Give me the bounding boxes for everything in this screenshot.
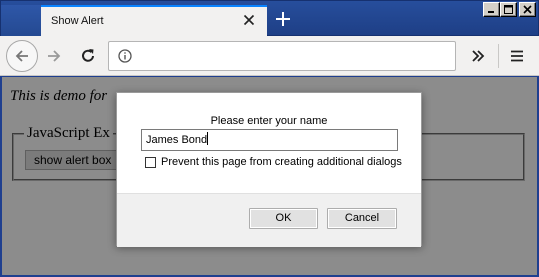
tab-strip-start [1, 5, 41, 37]
tab-show-alert[interactable]: Show Alert [41, 5, 267, 37]
new-tab-plus-icon[interactable] [273, 9, 293, 29]
dialog-message: Please enter your name [210, 115, 328, 127]
navigation-toolbar [0, 36, 539, 76]
site-info-icon[interactable] [117, 48, 133, 64]
minimize-icon[interactable] [483, 2, 500, 17]
maximize-icon[interactable] [500, 2, 517, 17]
title-bar: Show Alert [0, 0, 539, 37]
back-arrow-icon[interactable] [6, 40, 38, 72]
cancel-button[interactable]: Cancel [327, 208, 397, 229]
url-bar[interactable] [108, 41, 456, 71]
dialog-footer: OK Cancel [117, 193, 421, 247]
prevent-dialogs-label: Prevent this page from creating addition… [161, 156, 402, 168]
name-input-value: James Bond [146, 134, 208, 146]
dialog-body: Please enter your name James Bond Preven… [117, 93, 421, 193]
prevent-dialogs-checkbox[interactable] [145, 156, 156, 168]
toolbar-separator [498, 44, 499, 68]
text-caret [207, 132, 209, 145]
tab-title: Show Alert [51, 15, 104, 27]
close-tab-icon[interactable] [241, 12, 257, 28]
forward-arrow-icon[interactable] [42, 44, 66, 68]
overflow-chevron-icon[interactable] [466, 44, 490, 68]
name-input[interactable]: James Bond [141, 129, 398, 151]
prompt-dialog: Please enter your name James Bond Preven… [116, 92, 422, 247]
prevent-dialogs-row[interactable]: Prevent this page from creating addition… [145, 156, 402, 168]
window-close-icon[interactable] [519, 2, 536, 17]
hamburger-menu-icon[interactable] [505, 44, 529, 68]
ok-button[interactable]: OK [249, 208, 318, 229]
reload-icon[interactable] [76, 44, 100, 68]
window-controls [483, 2, 536, 17]
